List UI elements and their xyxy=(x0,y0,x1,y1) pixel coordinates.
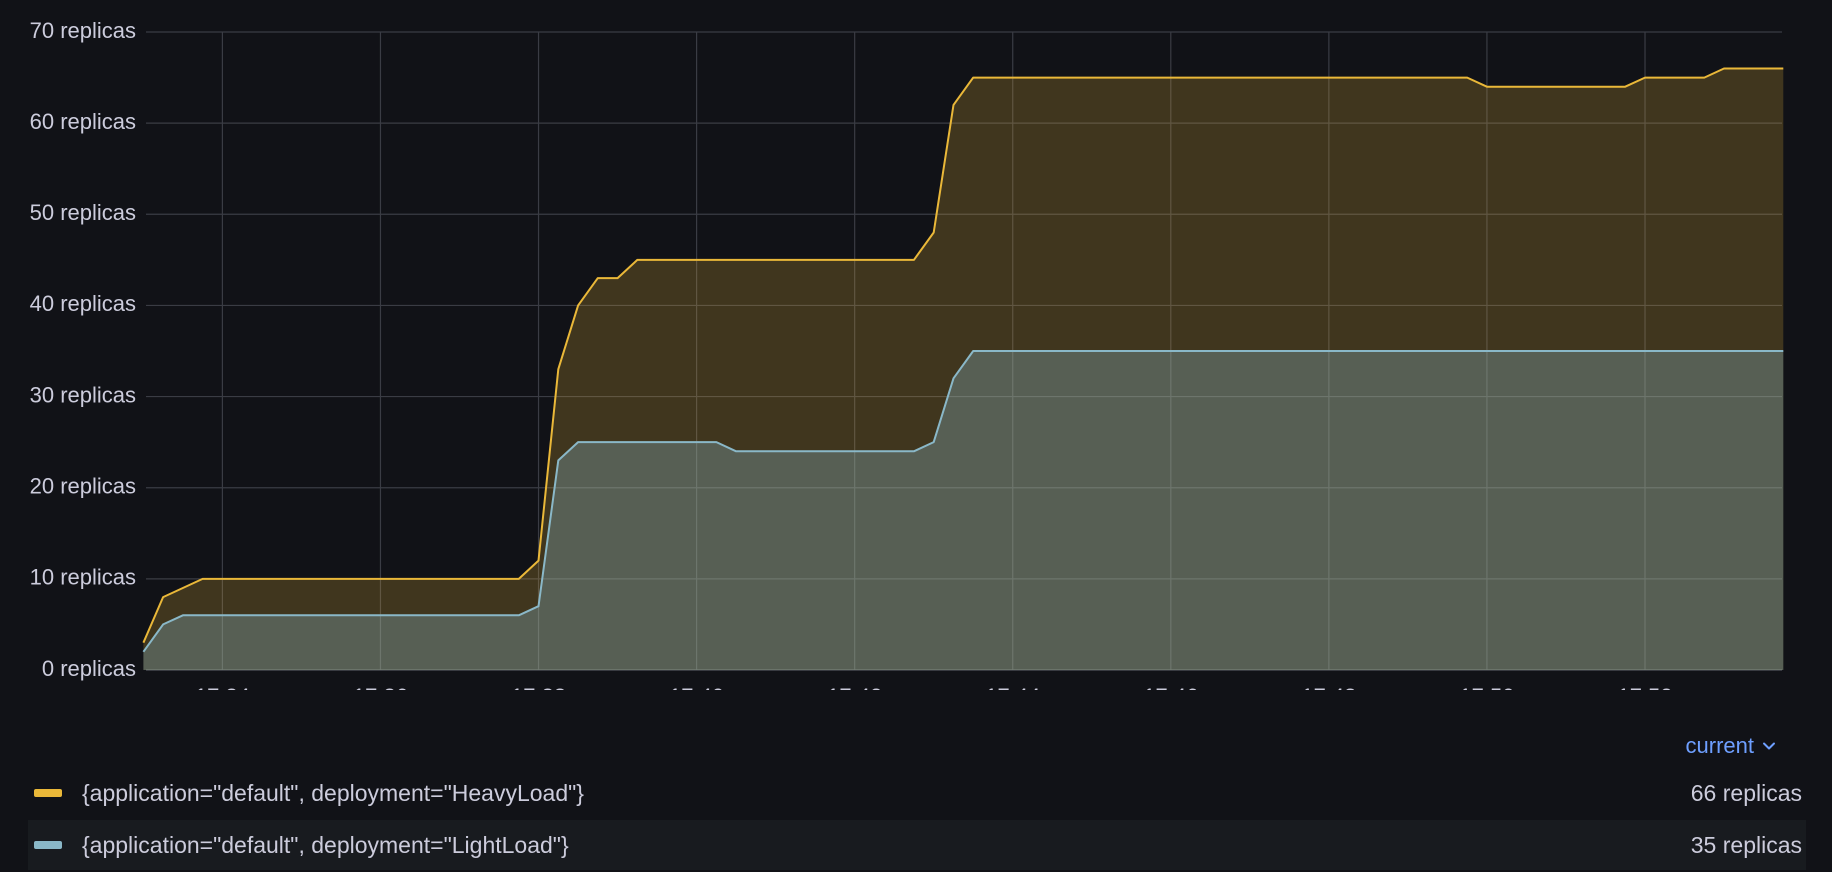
legend-item-lightload[interactable]: {application="default", deployment="Ligh… xyxy=(28,820,1806,870)
x-axis-ticks: 17:34 17:36 17:38 17:40 17:42 17:44 17:46 17:48… xyxy=(195,684,1673,690)
legend-series-label: {application="default", deployment="Ligh… xyxy=(82,831,569,858)
x-tick-label: 17:42 xyxy=(827,684,882,690)
legend-header-label: current xyxy=(1685,733,1754,758)
replicas-chart: 0 replicas 10 replicas 20 replicas 30 repli… xyxy=(30,18,1784,690)
x-tick-label: 17:36 xyxy=(353,684,408,690)
x-tick-label: 17:40 xyxy=(669,684,724,690)
y-axis-ticks: 0 replicas 10 replicas 20 replicas 30 repli… xyxy=(30,18,136,681)
y-tick-label: 30 replicas xyxy=(30,382,136,407)
y-tick-label: 50 replicas xyxy=(30,200,136,225)
y-tick-label: 20 replicas xyxy=(30,474,136,499)
x-tick-label: 17:44 xyxy=(985,684,1040,690)
series-area-1 xyxy=(143,351,1784,670)
y-tick-label: 60 replicas xyxy=(30,109,136,134)
legend-color-swatch xyxy=(34,789,62,797)
y-tick-label: 70 replicas xyxy=(30,18,136,43)
x-tick-label: 17:38 xyxy=(511,684,566,690)
legend-color-swatch xyxy=(34,841,62,849)
legend-current-value: 35 replicas xyxy=(1690,831,1802,858)
timeseries-panel: 0 replicas 10 replicas 20 replicas 30 repli… xyxy=(0,0,1832,872)
y-tick-label: 10 replicas xyxy=(30,565,136,590)
x-tick-label: 17:46 xyxy=(1143,684,1198,690)
legend-item-heavyload[interactable]: {application="default", deployment="Heav… xyxy=(28,768,1806,818)
x-tick-label: 17:48 xyxy=(1301,684,1356,690)
legend-sort-header[interactable]: current xyxy=(1686,728,1776,764)
legend-series-label: {application="default", deployment="Heav… xyxy=(82,779,584,806)
legend-current-value: 66 replicas xyxy=(1690,779,1802,806)
y-tick-label: 40 replicas xyxy=(30,291,136,316)
x-tick-label: 17:52 xyxy=(1617,684,1672,690)
x-tick-label: 17:50 xyxy=(1459,684,1514,690)
y-tick-label: 0 replicas xyxy=(42,656,136,681)
chevron-down-icon xyxy=(1763,742,1775,750)
x-tick-label: 17:34 xyxy=(195,684,250,690)
